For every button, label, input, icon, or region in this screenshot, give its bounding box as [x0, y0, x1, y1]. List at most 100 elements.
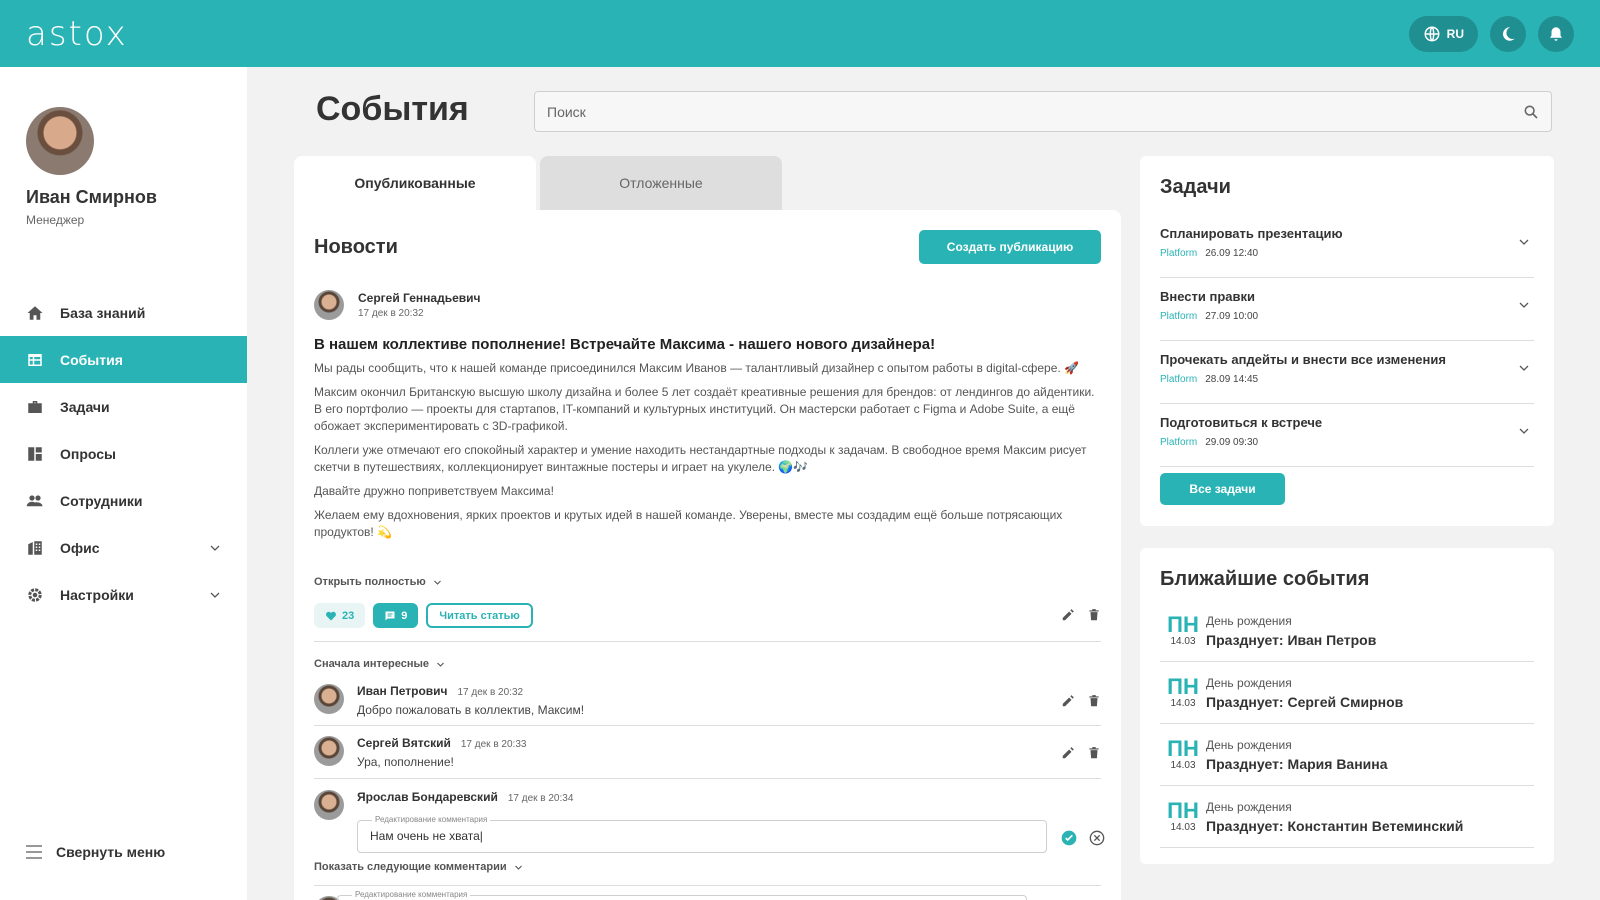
comment-date: 17 дек в 20:33 [460, 739, 527, 750]
task-item[interactable]: Спланировать презентацию Platform 26.09 1… [1160, 216, 1534, 278]
edit-icon[interactable] [1061, 608, 1075, 622]
chevron-down-icon[interactable] [1518, 425, 1530, 437]
sidebar-item-office[interactable]: Офис [0, 524, 247, 571]
chevron-down-icon[interactable] [209, 542, 221, 554]
all-tasks-button[interactable]: Все задачи [1160, 473, 1285, 505]
like-button[interactable]: 23 [314, 603, 366, 628]
comment-text: Добро пожаловать в коллектив, Максим! [357, 703, 585, 717]
event-item[interactable]: ПН 14.03 День рождения Празднует: Сергей С… [1160, 662, 1534, 724]
open-full-label: Открыть полностью [314, 576, 426, 588]
event-type: День рождения [1206, 613, 1292, 628]
delete-icon[interactable] [1087, 694, 1101, 708]
chevron-down-icon[interactable] [1518, 236, 1530, 248]
tasks-card: Задачи Спланировать презентацию Platform… [1140, 156, 1554, 526]
task-name: Подготовиться к встрече [1160, 415, 1323, 430]
sidebar-item-label: Офис [60, 539, 100, 556]
theme-toggle-button[interactable] [1490, 15, 1526, 52]
sidebar-item-knowledge-base[interactable]: База знаний [0, 289, 247, 336]
event-item[interactable]: ПН 14.03 День рождения Празднует: Констант… [1160, 786, 1534, 848]
comment-item-editing: Ярослав Бондаревский 17 дек в 20:34 Редак… [314, 790, 1105, 860]
create-post-button[interactable]: Создать публикацию [919, 230, 1101, 264]
delete-icon[interactable] [1087, 608, 1101, 622]
search-icon[interactable] [1523, 104, 1539, 120]
event-type: День рождения [1206, 675, 1292, 690]
comment-edit-field: Редактирование комментария [357, 815, 1047, 853]
task-item[interactable]: Подготовиться к встрече Platform 29.09 09… [1160, 405, 1534, 467]
event-date: 14.03 [1170, 698, 1196, 709]
sidebar-item-polls[interactable]: Опросы [0, 430, 247, 477]
tasks-title: Задачи [1160, 176, 1231, 198]
task-time: 12:40 [1233, 248, 1259, 259]
sidebar-item-employees[interactable]: Сотрудники [0, 477, 247, 524]
comment-author[interactable]: Сергей Вятский [357, 736, 451, 750]
task-platform: Platform [1160, 437, 1198, 448]
chevron-down-icon[interactable] [1518, 299, 1530, 311]
avatar[interactable] [314, 790, 344, 820]
task-date: 27.09 [1205, 311, 1231, 322]
sidebar: Иван Смирнов Менеджер База знаний Событи… [0, 67, 247, 900]
user-role: Менеджер [26, 213, 85, 227]
sidebar-item-settings[interactable]: Настройки [0, 571, 247, 618]
event-date: 14.03 [1170, 636, 1196, 647]
show-next-comments-button[interactable]: Показать следующие комментарии [314, 861, 523, 873]
avatar[interactable] [314, 290, 344, 320]
comment-icon [384, 610, 396, 622]
event-item[interactable]: ПН 14.03 День рождения Празднует: Иван Пет… [1160, 600, 1534, 662]
task-item[interactable]: Прочекать апдейты и внести все изменения… [1160, 342, 1534, 404]
edit-icon[interactable] [1061, 746, 1075, 760]
dashboard-icon [26, 445, 44, 463]
task-name: Спланировать презентацию [1160, 226, 1343, 241]
comment-edit-input[interactable] [370, 829, 1030, 843]
events-title: Ближайшие события [1160, 568, 1370, 590]
comment-author[interactable]: Иван Петрович [357, 684, 448, 698]
task-platform: Platform [1160, 374, 1198, 385]
tab-deferred[interactable]: Отложенные [540, 156, 782, 210]
task-time: 14:45 [1233, 374, 1259, 385]
event-celebrant: Празднует: Сергей Смирнов [1206, 693, 1404, 710]
task-item[interactable]: Внести правки Platform 27.09 10:00 [1160, 279, 1534, 341]
search-input[interactable] [547, 103, 1487, 120]
sort-dropdown[interactable]: Сначала интересные [314, 658, 445, 670]
delete-icon[interactable] [1087, 746, 1101, 760]
avatar[interactable] [314, 736, 344, 766]
comment-item: Сергей Вятский 17 дек в 20:33 Ура, пополн… [314, 736, 1101, 788]
task-name: Внести правки [1160, 289, 1256, 304]
post-headline: В нашем коллективе пополнение! Встречайт… [314, 336, 936, 353]
confirm-icon[interactable] [1061, 830, 1077, 846]
tab-published[interactable]: Опубликованные [294, 156, 536, 210]
globe-icon [1423, 25, 1441, 43]
language-button[interactable]: RU [1408, 15, 1478, 52]
comment-date: 17 дек в 20:34 [507, 793, 574, 804]
event-day: ПН [1167, 612, 1199, 637]
avatar[interactable] [314, 684, 344, 714]
comment-author[interactable]: Ярослав Бондаревский [357, 790, 498, 804]
sidebar-item-tasks[interactable]: Задачи [0, 383, 247, 430]
post-paragraph: Максим окончил Британскую высшую школу д… [314, 385, 1095, 433]
building-icon [26, 539, 44, 557]
task-time: 09:30 [1233, 437, 1259, 448]
post-author-name[interactable]: Сергей Геннадьевич [358, 291, 480, 305]
comment-edit-field: Редактирование комментария [337, 890, 1027, 900]
language-label: RU [1446, 26, 1464, 41]
notifications-button[interactable] [1538, 15, 1574, 52]
page-title: События [316, 90, 469, 128]
event-item[interactable]: ПН 14.03 День рождения Празднует: Мария Ва… [1160, 724, 1534, 786]
user-avatar[interactable] [26, 107, 94, 175]
chevron-down-icon[interactable] [1518, 362, 1530, 374]
cancel-icon[interactable] [1089, 830, 1105, 846]
collapse-menu-button[interactable]: Свернуть меню [26, 844, 165, 860]
hamburger-icon [26, 845, 42, 859]
open-full-link[interactable]: Открыть полностью [314, 576, 442, 588]
post-tools [1061, 608, 1101, 622]
sidebar-item-label: Задачи [60, 398, 110, 415]
edit-icon[interactable] [1061, 694, 1075, 708]
comment-count: 9 [401, 609, 408, 622]
chevron-down-icon[interactable] [209, 589, 221, 601]
app-logo[interactable]: astox [26, 14, 128, 54]
read-article-button[interactable]: Читать статью [426, 603, 533, 628]
task-date: 28.09 [1205, 374, 1231, 385]
post-paragraph: Давайте дружно поприветствуем Максима! [314, 484, 554, 498]
event-date: 14.03 [1170, 822, 1196, 833]
sidebar-item-events[interactable]: События [0, 336, 247, 383]
comments-button[interactable]: 9 [373, 603, 419, 628]
